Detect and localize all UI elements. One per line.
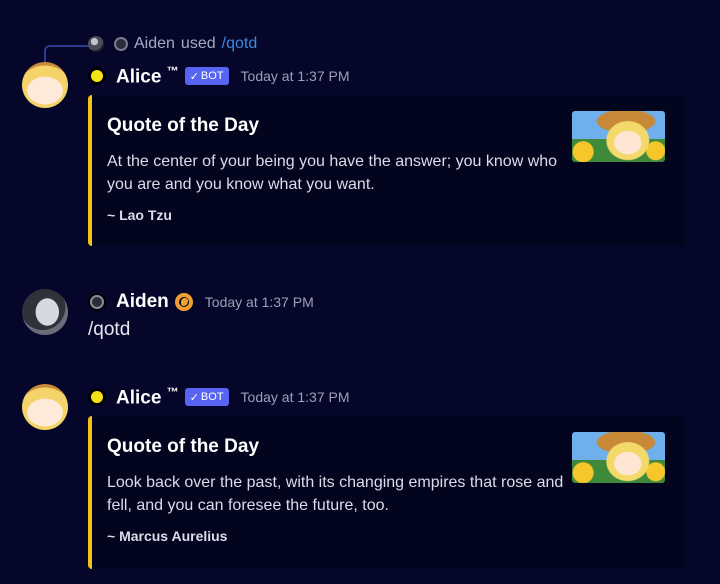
message-content: /qotd (88, 319, 131, 340)
embed-title: Quote of the Day (107, 115, 260, 136)
username[interactable]: Alice ™ (116, 385, 179, 409)
reply-status-icon (114, 37, 128, 51)
timestamp[interactable]: Today at 1:37 PM (205, 294, 314, 310)
embed-thumbnail[interactable] (572, 111, 665, 162)
message-header: Aiden Today at 1:37 PM (88, 290, 314, 314)
timestamp[interactable]: Today at 1:37 PM (241, 68, 350, 84)
bot-badge: ✓ BOT (184, 388, 229, 406)
reply-user[interactable]: Aiden (134, 35, 175, 53)
status-online-icon (88, 388, 106, 406)
avatar[interactable] (22, 384, 68, 430)
username[interactable]: Aiden (116, 291, 169, 313)
avatar[interactable] (22, 289, 68, 335)
reply-context[interactable]: Aiden used /qotd (88, 33, 257, 55)
reply-command-link[interactable]: /qotd (222, 35, 258, 53)
reply-avatar[interactable] (88, 36, 104, 52)
embed-footer: ~ Marcus Aurelius (107, 528, 228, 544)
timestamp[interactable]: Today at 1:37 PM (241, 389, 350, 405)
username[interactable]: Alice ™ (116, 64, 179, 88)
embed-title: Quote of the Day (107, 436, 260, 457)
bot-badge: ✓ BOT (184, 67, 229, 85)
embed: Quote of the Day Look back over the past… (88, 416, 685, 569)
status-online-icon (88, 67, 106, 85)
avatar[interactable] (22, 62, 68, 108)
verified-check-icon: ✓ (189, 70, 199, 83)
message-header: Alice ™ ✓ BOT Today at 1:37 PM (88, 385, 350, 409)
status-offline-icon (88, 293, 106, 311)
globe-icon (174, 293, 193, 311)
message-header: Alice ™ ✓ BOT Today at 1:37 PM (88, 64, 350, 88)
embed-thumbnail[interactable] (572, 432, 665, 483)
reply-verb: used (180, 35, 216, 52)
embed-footer: ~ Lao Tzu (107, 207, 172, 223)
embed-description: Look back over the past, with its changi… (107, 474, 564, 514)
embed: Quote of the Day At the center of your b… (88, 95, 685, 246)
embed-description: At the center of your being you have the… (107, 153, 558, 193)
verified-check-icon: ✓ (189, 391, 199, 404)
